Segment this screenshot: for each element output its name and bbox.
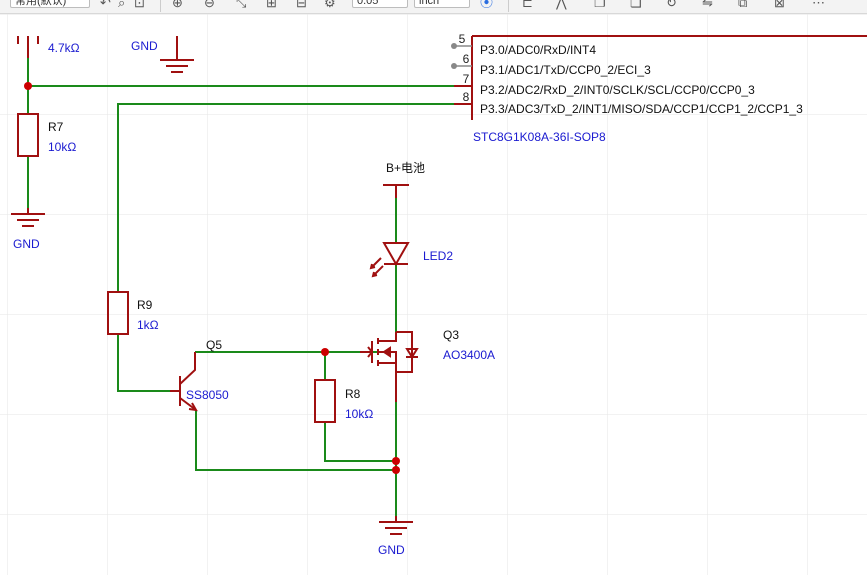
rotate-icon[interactable]: ↻ — [666, 0, 677, 10]
mcu-pin-number: 6 — [463, 52, 470, 66]
toolbar-separator — [508, 0, 509, 12]
gnd-label: GND — [13, 237, 40, 251]
schematic-canvas[interactable]: 5 6 7 8 P3.0/ADC0/RxD/INT4 P3.1/ADC1/TxD… — [0, 14, 867, 575]
zoom-area-icon[interactable]: ⊡ — [134, 0, 145, 10]
lock-icon[interactable]: ⊠ — [774, 0, 785, 10]
q5-value: SS8050 — [186, 388, 229, 402]
r8-ref: R8 — [345, 387, 361, 401]
junction-dot — [321, 348, 329, 356]
mcu-pin-label: P3.0/ADC0/RxD/INT4 — [480, 43, 596, 57]
junction-dot — [392, 457, 400, 465]
mirror-icon[interactable]: ⇋ — [702, 0, 713, 10]
led2-ref: LED2 — [423, 249, 453, 263]
gnd-label: GND — [131, 39, 158, 53]
gnd-label: GND — [378, 543, 405, 557]
mcu-pin-label: P3.1/ADC1/TxD/CCP0_2/ECI_3 — [480, 63, 651, 77]
mcu-part-number: STC8G1K08A-36I-SOP8 — [473, 130, 606, 144]
group-icon[interactable]: ⧉ — [738, 0, 747, 10]
mcu-pin-number: 7 — [463, 72, 470, 86]
zoom-window-icon[interactable]: ⊞ — [266, 0, 277, 10]
undo-icon[interactable]: ↶ — [100, 0, 111, 10]
r9-ref: R9 — [137, 298, 153, 312]
align-icon[interactable]: ⊏ — [522, 0, 533, 10]
grid-icon[interactable]: ⊟ — [296, 0, 307, 10]
zoom-out-icon[interactable]: ⊖ — [204, 0, 215, 10]
q3-value: AO3400A — [443, 348, 495, 362]
r8-value: 10kΩ — [345, 407, 373, 421]
r9-value: 1kΩ — [137, 318, 159, 332]
zoom-input[interactable]: 0.05 — [352, 0, 408, 8]
junction-dot — [24, 82, 32, 90]
unit-select[interactable]: inch — [414, 0, 470, 8]
mcu-pin-label: P3.3/ADC3/TxD_2/INT1/MISO/SDA/CCP1/CCP1_… — [480, 102, 803, 116]
settings-icon[interactable]: ⚙ — [324, 0, 336, 10]
mcu-pin-number: 5 — [459, 32, 466, 46]
toolbar-separator — [160, 0, 161, 12]
mcu-pin-number: 8 — [463, 90, 470, 104]
font-select[interactable]: 常用(默认) — [10, 0, 90, 8]
paste-icon[interactable]: ❏ — [630, 0, 642, 10]
q5-ref: Q5 — [206, 338, 222, 352]
fit-icon[interactable]: ⤡ — [236, 0, 246, 10]
mcu-pin-label: P3.2/ADC2/RxD_2/INT0/SCLK/SCL/CCP0/CCP0_… — [480, 83, 755, 97]
resistor-top-value: 4.7kΩ — [48, 41, 80, 55]
junction-dot — [392, 466, 400, 474]
more-icon[interactable]: ⋯ — [812, 0, 825, 10]
r7-value: 10kΩ — [48, 140, 76, 154]
battery-net-label: B+电池 — [386, 161, 425, 175]
zoom-in-icon[interactable]: ⊕ — [172, 0, 183, 10]
toolbar: 常用(默认) ↶ ⌕ ⊡ ⊕ ⊖ ⤡ ⊞ ⊟ ⚙ 0.05 inch ⦿ ⊏ ⋀… — [0, 0, 867, 14]
snap-icon[interactable]: ⦿ — [480, 0, 493, 10]
q3-ref: Q3 — [443, 328, 459, 342]
r7-ref: R7 — [48, 120, 64, 134]
grid-background — [0, 14, 867, 575]
wire-icon[interactable]: ⋀ — [556, 0, 567, 10]
copy-icon[interactable]: ❐ — [594, 0, 606, 10]
search-icon[interactable]: ⌕ — [118, 0, 125, 10]
